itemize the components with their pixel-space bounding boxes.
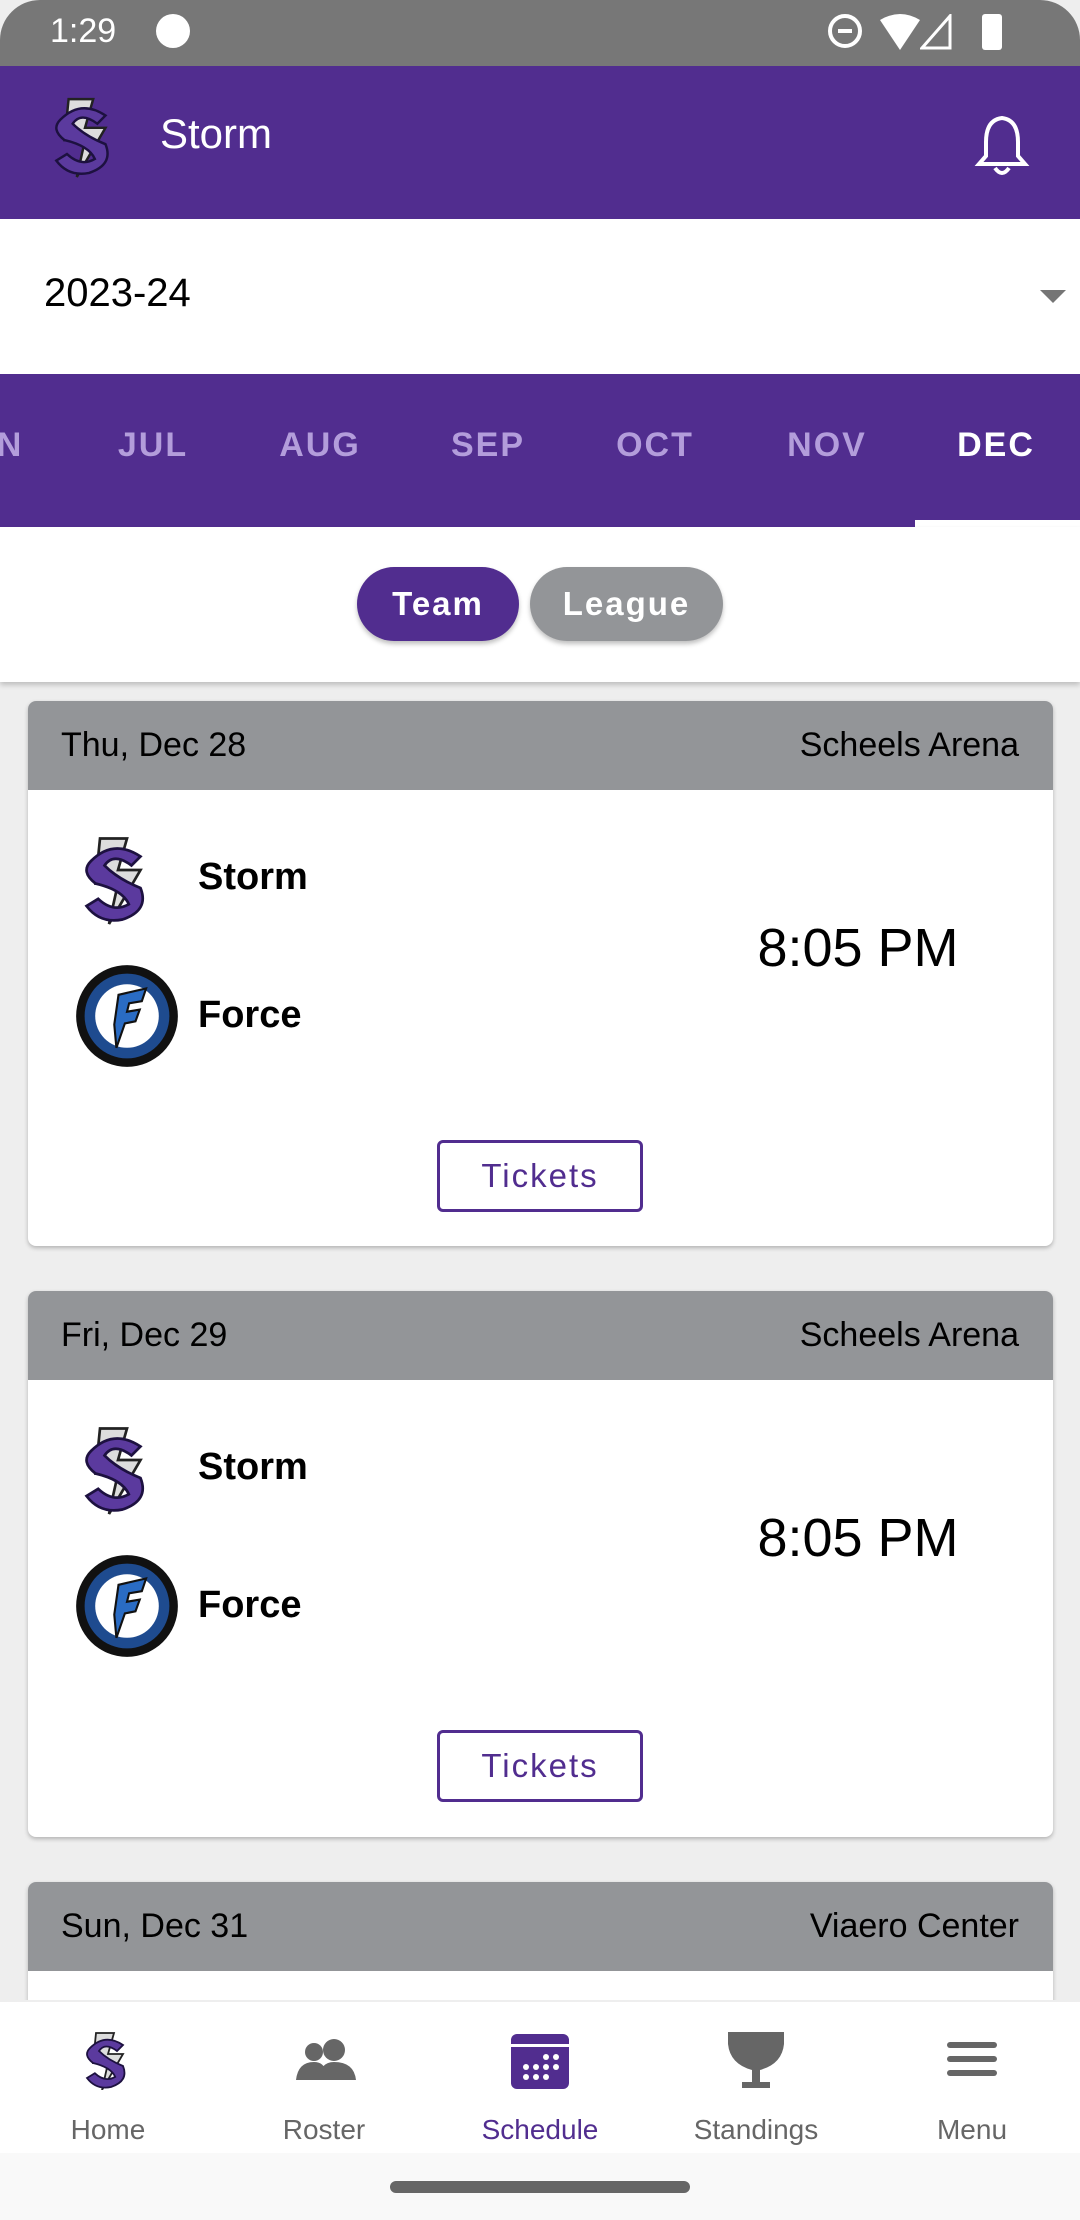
team-button[interactable]: Team: [357, 567, 519, 641]
nav-label: Standings: [693, 2114, 819, 2145]
away-team-name: Force: [198, 1584, 302, 1626]
game-date: Thu, Dec 28: [61, 726, 247, 764]
game-header: Fri, Dec 29 Scheels Arena: [28, 1291, 1053, 1380]
nav-home[interactable]: Home: [0, 2002, 216, 2155]
game-card[interactable]: Thu, Dec 28 Scheels Arena Storm Force 8:0…: [28, 701, 1053, 1246]
season-value: 2023-24: [44, 271, 191, 315]
force-team-logo: [75, 1554, 179, 1658]
people-icon: [296, 2039, 356, 2080]
game-date: Fri, Dec 29: [61, 1316, 228, 1354]
home-gesture-handle[interactable]: [390, 2181, 690, 2193]
menu-icon: [947, 2042, 997, 2076]
storm-team-logo: [85, 837, 145, 926]
league-button[interactable]: League: [530, 567, 723, 641]
app-bar: Storm: [0, 66, 1080, 219]
tab-sep[interactable]: SEP: [404, 426, 572, 465]
app-title: Storm: [160, 110, 273, 157]
nav-label: Menu: [936, 2114, 1008, 2145]
game-date: Sun, Dec 31: [61, 1907, 249, 1945]
storm-team-logo: [85, 1427, 145, 1516]
team-league-toggle: Team League: [0, 527, 1080, 682]
game-time: 8:05 PM: [757, 918, 959, 978]
game-card[interactable]: Fri, Dec 29 Scheels Arena Storm Force 8:0…: [28, 1291, 1053, 1837]
caret-down-icon: [1040, 290, 1066, 303]
dnd-icon: [828, 14, 862, 48]
game-header: Thu, Dec 28 Scheels Arena: [28, 701, 1053, 790]
storm-logo: [55, 97, 109, 179]
force-team-logo: [75, 964, 179, 1068]
notification-app-icon: [156, 14, 190, 48]
home-team-name: Storm: [198, 856, 308, 898]
month-tabs: N JUL AUG SEP OCT NOV DEC: [0, 374, 1080, 527]
tickets-button[interactable]: Tickets: [437, 1730, 643, 1802]
season-dropdown[interactable]: 2023-24: [0, 219, 1080, 374]
game-venue: Scheels Arena: [799, 1316, 1019, 1354]
nav-label: Schedule: [481, 2114, 599, 2145]
nav-label: Home: [70, 2114, 146, 2145]
nav-schedule[interactable]: Schedule: [432, 2002, 648, 2155]
status-time: 1:29: [50, 12, 117, 50]
bell-icon[interactable]: [974, 114, 1030, 178]
game-header: Sun, Dec 31 Viaero Center: [28, 1882, 1053, 1971]
nav-menu[interactable]: Menu: [864, 2002, 1080, 2155]
tab-jul[interactable]: JUL: [69, 426, 237, 465]
nav-standings[interactable]: Standings: [648, 2002, 864, 2155]
wifi-icon: [880, 14, 920, 50]
trophy-icon: [728, 2032, 784, 2088]
away-team-name: Force: [198, 994, 302, 1036]
signal-icon: [920, 14, 952, 50]
tab-oct[interactable]: OCT: [571, 426, 739, 465]
nav-label: Roster: [282, 2114, 366, 2145]
nav-roster[interactable]: Roster: [216, 2002, 432, 2155]
tab-aug[interactable]: AUG: [236, 426, 404, 465]
status-bar: 1:29: [0, 0, 1080, 66]
storm-logo-icon: [86, 2032, 126, 2090]
battery-icon: [982, 14, 1002, 50]
tab-indicator: [915, 520, 1080, 527]
tickets-button[interactable]: Tickets: [437, 1140, 643, 1212]
bottom-nav: Home Roster Schedule Standings Menu: [0, 2000, 1080, 2153]
home-team-name: Storm: [198, 1446, 308, 1488]
game-time: 8:05 PM: [757, 1508, 959, 1568]
calendar-icon: [511, 2034, 569, 2089]
game-venue: Viaero Center: [809, 1907, 1019, 1945]
tab-dec[interactable]: DEC: [912, 426, 1080, 465]
tab-nov[interactable]: NOV: [743, 426, 911, 465]
gesture-area: [0, 2153, 1080, 2220]
game-venue: Scheels Arena: [799, 726, 1019, 764]
